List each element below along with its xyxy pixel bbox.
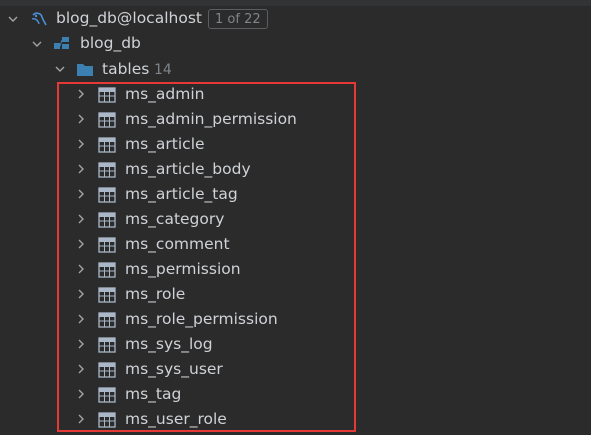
datasource-name: blog_db@localhost [56,9,202,27]
table-icon [98,312,116,328]
table-row-ms-article-tag[interactable]: ms_article_tag [0,182,591,207]
datasource-icon [31,12,47,26]
table-icon [98,137,116,153]
table-icon [98,287,116,303]
chevron-right-icon[interactable] [76,289,86,299]
chevron-down-icon[interactable] [32,39,42,49]
table-name: ms_admin [125,85,205,103]
table-icon [98,262,116,278]
chevron-right-icon[interactable] [76,114,86,124]
chevron-right-icon[interactable] [76,364,86,374]
table-icon [98,362,116,378]
chevron-right-icon[interactable] [76,264,86,274]
table-icon [98,112,116,128]
chevron-right-icon[interactable] [76,389,86,399]
chevron-right-icon[interactable] [76,189,86,199]
table-icon [98,387,116,403]
chevron-right-icon[interactable] [76,414,86,424]
table-row-ms-role[interactable]: ms_role [0,282,591,307]
chevron-down-icon[interactable] [55,64,65,74]
table-name: ms_tag [125,385,182,403]
schema-name: blog_db [80,34,141,52]
table-row-ms-sys-log[interactable]: ms_sys_log [0,332,591,357]
table-icon [98,412,116,428]
table-name: ms_user_role [125,410,227,428]
chevron-down-icon[interactable] [8,14,18,24]
table-row-ms-tag[interactable]: ms_tag [0,382,591,407]
chevron-right-icon[interactable] [76,339,86,349]
table-name: ms_sys_user [125,360,223,378]
tables-folder-row[interactable]: tables 14 [0,57,591,82]
table-row-ms-article-body[interactable]: ms_article_body [0,157,591,182]
table-name: ms_article_body [125,160,251,178]
table-name: ms_sys_log [125,335,213,353]
table-icon [98,187,116,203]
table-row-ms-admin[interactable]: ms_admin [0,82,591,107]
tables-folder-count: 14 [154,62,172,78]
table-icon [98,162,116,178]
chevron-right-icon[interactable] [76,164,86,174]
table-name: ms_role_permission [125,310,278,328]
table-name: ms_permission [125,260,241,278]
table-row-ms-permission[interactable]: ms_permission [0,257,591,282]
chevron-right-icon[interactable] [76,214,86,224]
datasource-row[interactable]: blog_db@localhost 1 of 22 [0,7,591,32]
table-name: ms_article [125,135,205,153]
tables-folder-label: tables [102,60,150,78]
table-row-ms-admin-permission[interactable]: ms_admin_permission [0,107,591,132]
schema-row[interactable]: blog_db [0,32,591,57]
table-name: ms_comment [125,235,230,253]
table-row-ms-role-permission[interactable]: ms_role_permission [0,307,591,332]
table-name: ms_role [125,285,186,303]
chevron-right-icon[interactable] [76,314,86,324]
datasource-count-badge: 1 of 22 [208,9,268,29]
table-icon [98,87,116,103]
table-icon [98,337,116,353]
table-row-ms-category[interactable]: ms_category [0,207,591,232]
table-row-ms-user-role[interactable]: ms_user_role [0,407,591,432]
table-name: ms_category [125,210,225,228]
schema-icon [54,37,69,49]
panel-top-edge [0,0,591,6]
database-tree: blog_db@localhost 1 of 22 blog_db tables… [0,0,591,435]
table-row-ms-comment[interactable]: ms_comment [0,232,591,257]
table-name: ms_admin_permission [125,110,297,128]
chevron-right-icon[interactable] [76,139,86,149]
table-row-ms-article[interactable]: ms_article [0,132,591,157]
chevron-right-icon[interactable] [76,89,86,99]
chevron-right-icon[interactable] [76,239,86,249]
table-row-ms-sys-user[interactable]: ms_sys_user [0,357,591,382]
table-icon [98,212,116,228]
table-icon [98,237,116,253]
folder-icon [77,64,93,76]
table-name: ms_article_tag [125,185,238,203]
